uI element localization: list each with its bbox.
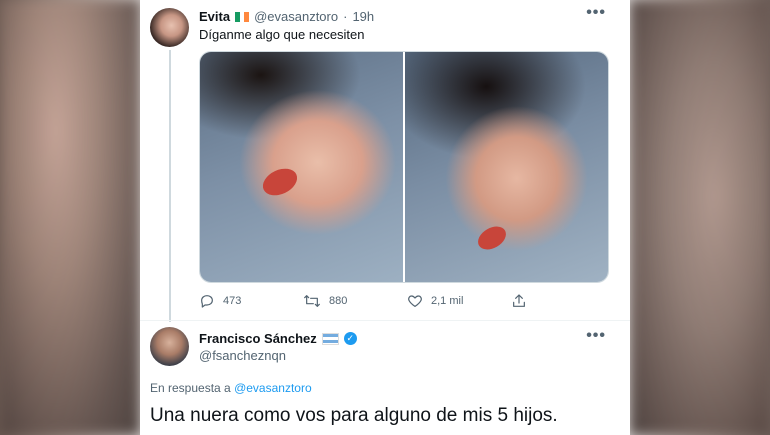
background-blur-left [0, 0, 140, 435]
reply-prefix: En respuesta a [150, 381, 231, 395]
like-button[interactable]: 2,1 mil [407, 293, 511, 309]
tweet-text: Díganme algo que necesiten [199, 27, 365, 42]
photo-detail [474, 221, 510, 255]
share-button[interactable] [511, 293, 527, 309]
author-handle[interactable]: @fsancheznqn [199, 348, 286, 363]
tweet-thread-card: Evita @evasanztoro · 19h ••• Díganme alg… [140, 0, 630, 435]
reply-to-link[interactable]: @evasanztoro [234, 381, 312, 395]
share-icon [513, 294, 525, 307]
heart-icon [408, 295, 422, 307]
tweet-header: Francisco Sánchez ✓ [199, 331, 357, 346]
tweet-actions: 473 880 2,1 mil [199, 292, 607, 310]
background-blur-right [630, 0, 770, 435]
avatar[interactable] [150, 327, 189, 366]
reply-context: En respuesta a @evasanztoro [150, 381, 312, 395]
ireland-flag-icon [235, 11, 250, 22]
author-name[interactable]: Evita [199, 9, 230, 24]
thread-line [169, 50, 171, 322]
dot-separator: · [343, 9, 348, 24]
more-icon[interactable]: ••• [586, 4, 606, 22]
retweet-count: 880 [329, 295, 348, 307]
retweet-button[interactable]: 880 [303, 293, 407, 309]
author-name[interactable]: Francisco Sánchez [199, 331, 317, 346]
tweet-time[interactable]: 19h [352, 9, 374, 24]
tweet-photo-1[interactable] [200, 52, 403, 282]
more-icon[interactable]: ••• [586, 327, 606, 345]
author-handle[interactable]: @evasanztoro [254, 9, 338, 24]
reply-count: 473 [223, 295, 242, 307]
avatar[interactable] [150, 8, 189, 47]
photo-detail [258, 163, 302, 201]
tweet-francisco[interactable]: Francisco Sánchez ✓ @fsancheznqn ••• En … [140, 321, 630, 435]
tweet-media[interactable] [199, 51, 609, 283]
tweet-header: Evita @evasanztoro · 19h [199, 9, 374, 24]
verified-icon: ✓ [343, 332, 357, 345]
tweet-evita[interactable]: Evita @evasanztoro · 19h ••• Díganme alg… [140, 0, 630, 322]
tweet-text: Una nuera como vos para alguno de mis 5 … [150, 405, 558, 426]
like-count: 2,1 mil [431, 295, 464, 307]
argentina-flag-icon [321, 332, 339, 345]
reply-icon [201, 295, 213, 308]
retweet-icon [304, 295, 320, 307]
reply-button[interactable]: 473 [199, 293, 303, 309]
tweet-photo-2[interactable] [405, 52, 608, 282]
